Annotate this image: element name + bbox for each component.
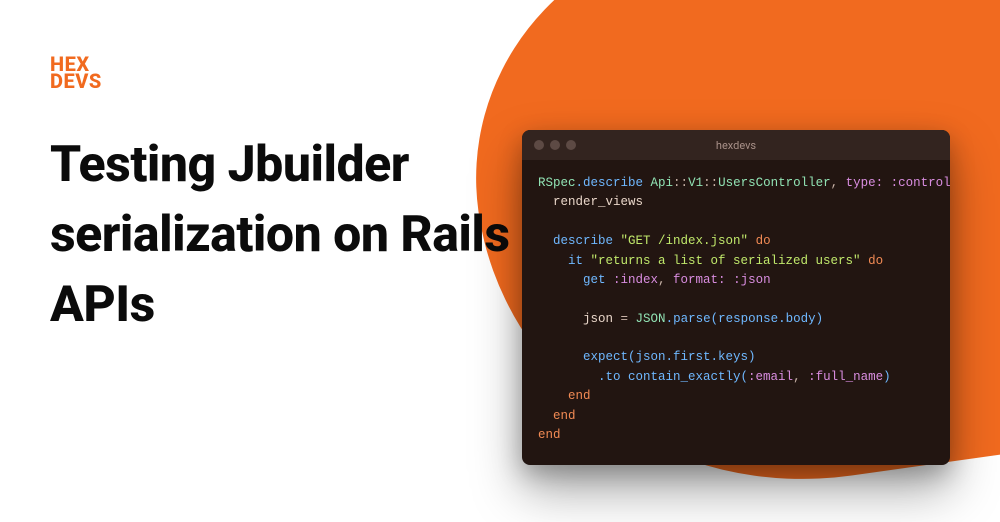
brand-logo: HEX DEVS [50,56,102,90]
code-block: RSpec.describe Api::V1::UsersController,… [522,160,950,465]
close-icon [534,140,544,150]
window-title: hexdevs [522,139,950,152]
code-window: hexdevs RSpec.describe Api::V1::UsersCon… [522,130,950,465]
window-controls [534,140,576,150]
page-title: Testing Jbuilder serialization on Rails … [50,130,510,340]
minimize-icon [550,140,560,150]
window-titlebar: hexdevs [522,130,950,160]
maximize-icon [566,140,576,150]
brand-line-2: DEVS [50,73,102,90]
